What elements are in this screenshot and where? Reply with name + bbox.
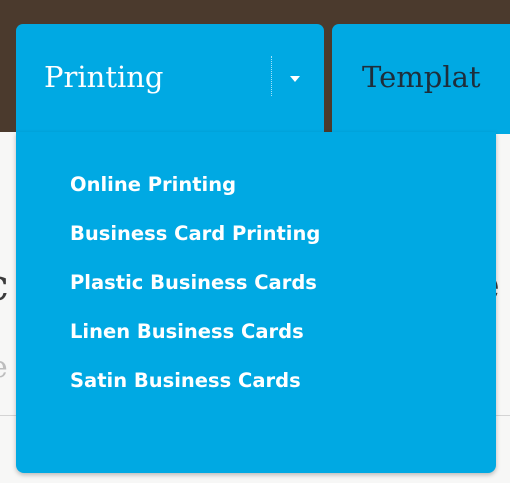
menu-item-online-printing[interactable]: Online Printing <box>70 170 320 219</box>
menu-item-plastic-business-cards[interactable]: Plastic Business Cards <box>70 268 320 317</box>
tab-divider <box>271 56 272 96</box>
tab-printing-label: Printing <box>44 60 164 94</box>
menu-item-satin-business-cards[interactable]: Satin Business Cards <box>70 366 320 415</box>
dropdown-menu-list: Online Printing Business Card Printing P… <box>70 170 320 415</box>
chevron-down-icon[interactable] <box>290 76 300 82</box>
background-text-fragment: e <box>0 350 8 385</box>
tab-templates-label: Templat <box>362 60 481 94</box>
menu-item-business-card-printing[interactable]: Business Card Printing <box>70 219 320 268</box>
background-text-fragment: c <box>0 260 9 311</box>
tab-templates[interactable]: Templat <box>332 24 510 134</box>
menu-item-linen-business-cards[interactable]: Linen Business Cards <box>70 317 320 366</box>
tab-printing[interactable]: Printing <box>16 24 324 134</box>
printing-dropdown-menu: Online Printing Business Card Printing P… <box>16 132 496 473</box>
